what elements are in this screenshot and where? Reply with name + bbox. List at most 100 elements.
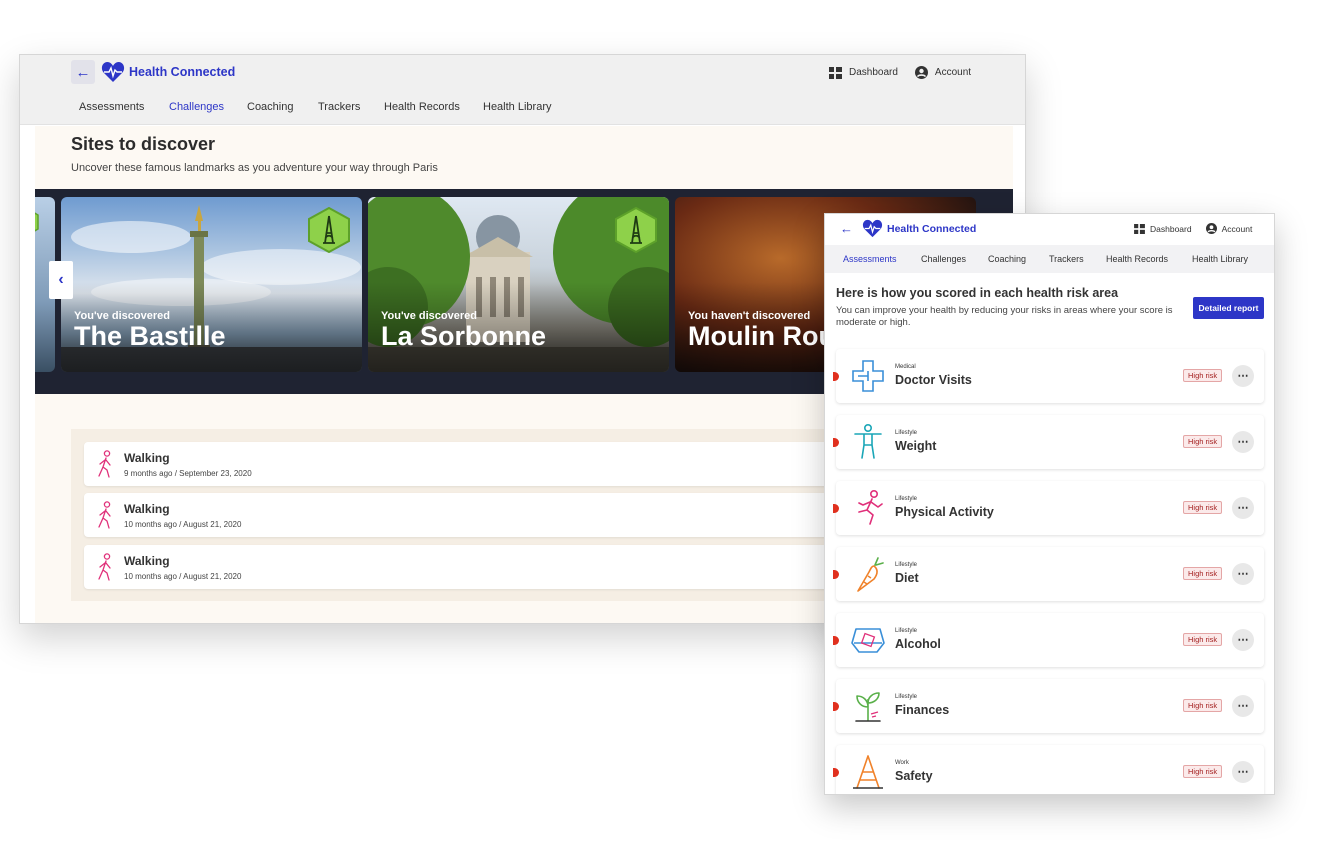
site-card-bastille[interactable]: You've discovered The Bastille <box>61 197 362 372</box>
risk-indicator <box>833 438 839 447</box>
more-options-icon[interactable]: ⋯ <box>1232 563 1254 585</box>
brand-logo[interactable]: Health Connected <box>862 219 976 238</box>
assessments-window: ← Health Connected Dashboard Account Ass… <box>824 213 1275 795</box>
top-right-links: Dashboard Account <box>829 66 971 79</box>
risk-indicator <box>833 570 839 579</box>
brand-name: Health Connected <box>887 222 977 235</box>
activity-date: 9 months ago / September 23, 2020 <box>124 469 252 478</box>
walking-icon <box>98 450 111 478</box>
risk-category: Work <box>895 760 909 766</box>
dashboard-label: Dashboard <box>1150 223 1192 234</box>
brand-name: Health Connected <box>129 65 236 79</box>
risk-card-alcohol[interactable]: Lifestyle Alcohol High risk ⋯ <box>833 613 1264 667</box>
risk-card-weight[interactable]: Lifestyle Weight High risk ⋯ <box>833 415 1264 469</box>
risk-badge: High risk <box>1183 633 1223 646</box>
results-heading: Here is how you scored in each health ri… <box>836 286 1119 300</box>
tab-assessments[interactable]: Assessments <box>79 101 144 113</box>
activity-list: Walking 9 months ago / September 23, 202… <box>71 429 871 601</box>
heart-logo-icon <box>862 219 883 238</box>
dashboard-icon <box>1134 223 1145 234</box>
eiffel-badge-icon <box>307 206 351 254</box>
risk-category: Medical <box>895 364 916 370</box>
medical-cross-icon <box>852 360 884 392</box>
running-icon <box>858 489 883 525</box>
tab-coaching[interactable]: Coaching <box>247 101 293 113</box>
activity-item[interactable]: Walking 10 months ago / August 21, 2020 <box>84 545 864 589</box>
site-name: The Bastille <box>74 321 226 351</box>
top-right-links: Dashboard Account <box>1134 223 1252 234</box>
risk-name: Finances <box>895 703 950 717</box>
risk-name: Diet <box>895 571 919 585</box>
account-link[interactable]: Account <box>914 66 972 79</box>
main-nav: Assessments Challenges Coaching Trackers… <box>20 90 1025 125</box>
brand-logo[interactable]: Health Connected <box>101 61 235 83</box>
section-title: Sites to discover <box>71 134 216 154</box>
activity-item[interactable]: Walking 9 months ago / September 23, 202… <box>84 442 864 486</box>
risk-name: Alcohol <box>895 637 941 651</box>
carrot-icon <box>857 557 884 592</box>
risk-name: Weight <box>895 439 937 453</box>
risk-category: Lifestyle <box>895 628 918 634</box>
tab-health-library[interactable]: Health Library <box>1192 254 1248 264</box>
arrow-left-icon: ← <box>75 63 91 81</box>
tab-coaching[interactable]: Coaching <box>988 254 1026 264</box>
more-options-icon[interactable]: ⋯ <box>1232 629 1254 651</box>
back-button[interactable]: ← <box>71 60 95 84</box>
risk-badge: High risk <box>1183 765 1223 778</box>
top-bar: ← Health Connected Dashboard Account <box>825 214 1274 244</box>
tab-health-library[interactable]: Health Library <box>483 101 551 113</box>
activity-date: 10 months ago / August 21, 2020 <box>124 520 242 529</box>
more-options-icon[interactable]: ⋯ <box>1232 365 1254 387</box>
account-label: Account <box>934 67 972 78</box>
body-icon <box>854 423 882 459</box>
risk-badge: High risk <box>1183 567 1223 580</box>
heart-logo-icon <box>101 62 125 82</box>
top-bar: ← Health Connected Dashboard Account <box>20 55 1025 90</box>
site-card-sorbonne[interactable]: You've discovered La Sorbonne <box>368 197 669 372</box>
risk-indicator <box>833 636 839 645</box>
detailed-report-button[interactable]: Detailed report <box>1193 297 1264 319</box>
dashboard-label: Dashboard <box>849 67 898 78</box>
tab-challenges[interactable]: Challenges <box>921 254 966 264</box>
risk-card-diet[interactable]: Lifestyle Diet High risk ⋯ <box>833 547 1264 601</box>
dashboard-link[interactable]: Dashboard <box>1134 223 1192 234</box>
risk-indicator <box>833 372 839 381</box>
risk-card-doctor-visits[interactable]: Medical Doctor Visits High risk ⋯ <box>833 349 1264 403</box>
more-options-icon[interactable]: ⋯ <box>1232 695 1254 717</box>
dashboard-link[interactable]: Dashboard <box>829 66 898 79</box>
chevron-left-icon: ‹ <box>58 271 64 288</box>
tab-trackers[interactable]: Trackers <box>1049 254 1084 264</box>
activity-item[interactable]: Walking 10 months ago / August 21, 2020 <box>84 493 864 537</box>
risk-card-physical-activity[interactable]: Lifestyle Physical Activity High risk ⋯ <box>833 481 1264 535</box>
account-icon <box>914 66 928 79</box>
tab-assessments[interactable]: Assessments <box>843 254 897 264</box>
composite-screenshot: ← Health Connected Dashboard Account Ass… <box>0 0 1333 847</box>
glass-icon <box>851 628 885 653</box>
more-options-icon[interactable]: ⋯ <box>1232 497 1254 519</box>
risk-category: Lifestyle <box>895 430 918 436</box>
risk-card-finances[interactable]: Lifestyle Finances High risk ⋯ <box>833 679 1264 733</box>
risk-card-safety[interactable]: Work Safety High risk ⋯ <box>833 745 1264 794</box>
site-name: Moulin Rou <box>688 321 835 351</box>
more-options-icon[interactable]: ⋯ <box>1232 431 1254 453</box>
risk-badge: High risk <box>1183 501 1223 514</box>
walking-icon <box>98 553 111 581</box>
risk-indicator <box>833 504 839 513</box>
risk-category: Lifestyle <box>895 496 918 502</box>
carousel-prev-button[interactable]: ‹ <box>49 261 73 299</box>
eiffel-badge-icon <box>614 206 658 254</box>
account-label: Account <box>1221 223 1253 234</box>
activity-type: Walking <box>124 451 170 465</box>
risk-category: Lifestyle <box>895 694 918 700</box>
dashboard-icon <box>829 66 842 79</box>
tab-health-records[interactable]: Health Records <box>384 101 460 113</box>
tab-challenges[interactable]: Challenges <box>169 101 224 113</box>
tab-trackers[interactable]: Trackers <box>318 101 360 113</box>
back-arrow-icon[interactable]: ← <box>840 221 853 236</box>
risk-name: Safety <box>895 769 933 783</box>
risk-name: Doctor Visits <box>895 373 972 387</box>
section-subtitle: Uncover these famous landmarks as you ad… <box>71 162 438 174</box>
account-link[interactable]: Account <box>1205 223 1253 234</box>
more-options-icon[interactable]: ⋯ <box>1232 761 1254 783</box>
tab-health-records[interactable]: Health Records <box>1106 254 1168 264</box>
